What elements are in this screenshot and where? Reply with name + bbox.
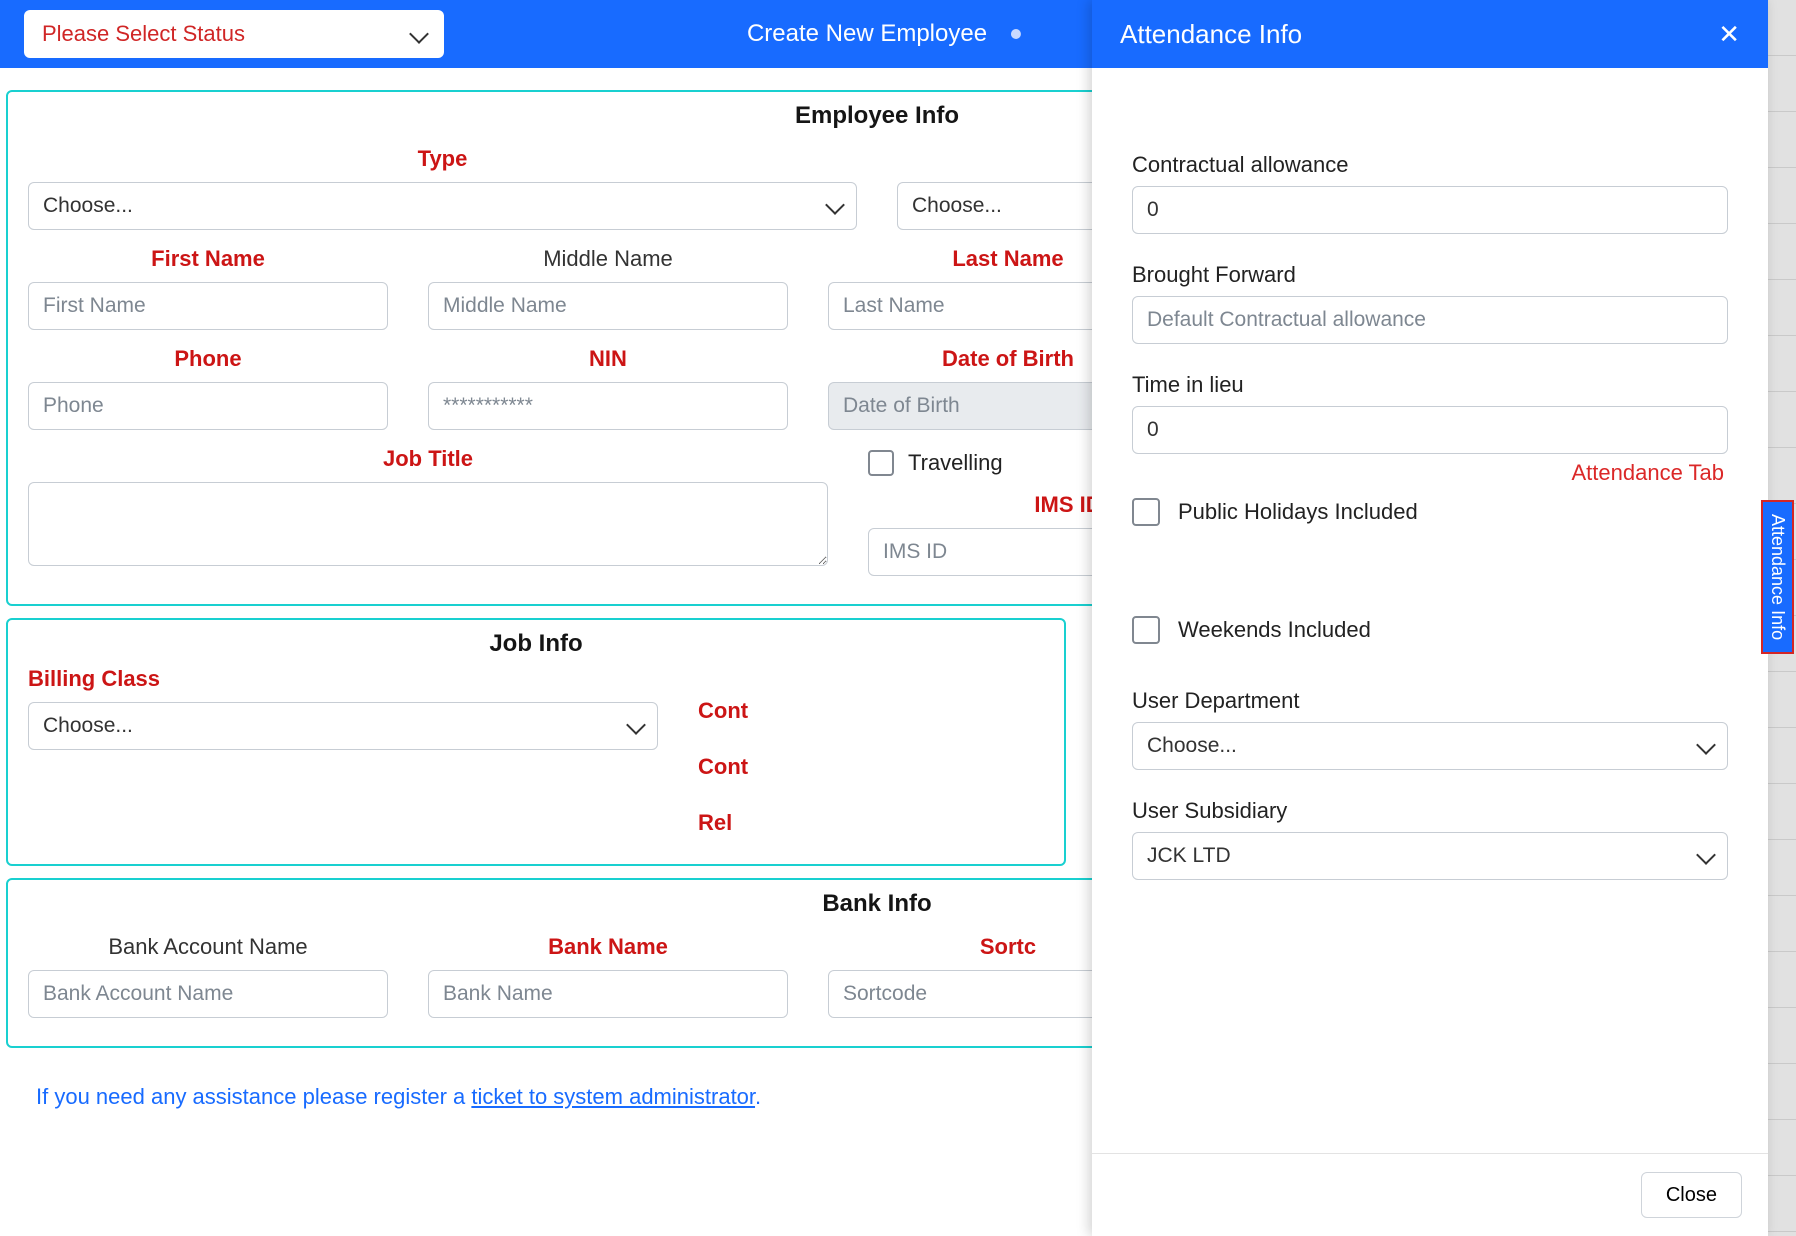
panel-header: Attendance Info ✕ xyxy=(1092,0,1768,68)
travelling-label: Travelling xyxy=(908,450,1003,476)
nin-input[interactable] xyxy=(428,382,788,430)
user-department-label: User Department xyxy=(1132,688,1728,714)
job-title-input[interactable] xyxy=(28,482,828,566)
job-info-title: Job Info xyxy=(28,630,1044,658)
title-dot-icon xyxy=(1011,29,1021,39)
contract-label-2: Cont xyxy=(698,754,1158,780)
user-department-select[interactable]: Choose... xyxy=(1132,722,1728,770)
chevron-down-icon xyxy=(412,21,426,47)
phone-input[interactable] xyxy=(28,382,388,430)
contractual-label: Contractual allowance xyxy=(1132,152,1728,178)
weekends-checkbox[interactable] xyxy=(1132,616,1160,644)
create-title-text: Create New Employee xyxy=(747,20,987,48)
attendance-panel: Attendance Info ✕ Contractual allowance … xyxy=(1092,0,1768,1236)
type-select[interactable]: Choose... xyxy=(28,182,857,230)
attendance-tab-annotation: Attendance Tab xyxy=(1572,460,1725,486)
weekends-label: Weekends Included xyxy=(1178,617,1371,643)
help-after: . xyxy=(755,1084,761,1109)
middle-name-label: Middle Name xyxy=(428,246,788,272)
travelling-checkbox[interactable] xyxy=(868,450,894,476)
first-name-label: First Name xyxy=(28,246,388,272)
billing-class-value: Choose... xyxy=(43,714,133,738)
user-subsidiary-select[interactable]: JCK LTD xyxy=(1132,832,1728,880)
help-link[interactable]: ticket to system administrator xyxy=(471,1084,755,1109)
acct-name-input[interactable] xyxy=(28,970,388,1018)
status-placeholder: Please Select Status xyxy=(42,21,245,47)
type-label: Type xyxy=(28,146,857,172)
chevron-down-icon xyxy=(1699,844,1713,868)
help-before: If you need any assistance please regist… xyxy=(36,1084,471,1109)
phone-label: Phone xyxy=(28,346,388,372)
time-in-lieu-input[interactable] xyxy=(1132,406,1728,454)
first-name-input[interactable] xyxy=(28,282,388,330)
bank-name-input[interactable] xyxy=(428,970,788,1018)
time-in-lieu-label: Time in lieu xyxy=(1132,372,1728,398)
page-title: Create New Employee xyxy=(747,20,1021,48)
attendance-side-tab[interactable]: Attendance Info xyxy=(1761,500,1794,654)
contract-label-1: Cont xyxy=(698,698,1158,724)
middle-name-input[interactable] xyxy=(428,282,788,330)
department-value: Choose... xyxy=(912,194,1002,218)
billing-class-select[interactable]: Choose... xyxy=(28,702,658,750)
close-button[interactable]: Close xyxy=(1641,1172,1742,1218)
public-holidays-label: Public Holidays Included xyxy=(1178,499,1418,525)
rel-label: Rel xyxy=(698,810,1158,836)
panel-footer: Close xyxy=(1092,1153,1768,1236)
chevron-down-icon xyxy=(629,714,643,738)
panel-body: Contractual allowance Brought Forward Ti… xyxy=(1092,68,1768,1153)
brought-forward-input[interactable] xyxy=(1132,296,1728,344)
status-dropdown[interactable]: Please Select Status xyxy=(24,10,444,58)
user-department-value: Choose... xyxy=(1147,734,1237,758)
brought-forward-label: Brought Forward xyxy=(1132,262,1728,288)
public-holidays-checkbox[interactable] xyxy=(1132,498,1160,526)
billing-class-label: Billing Class xyxy=(28,666,160,691)
type-value: Choose... xyxy=(43,194,133,218)
close-icon[interactable]: ✕ xyxy=(1718,21,1740,47)
acct-name-label: Bank Account Name xyxy=(28,934,388,960)
panel-title: Attendance Info xyxy=(1120,19,1302,50)
job-info-card: Job Info Billing Class Choose... Cont Co… xyxy=(6,618,1066,866)
user-subsidiary-label: User Subsidiary xyxy=(1132,798,1728,824)
contractual-input[interactable] xyxy=(1132,186,1728,234)
job-title-label: Job Title xyxy=(28,446,828,472)
user-subsidiary-value: JCK LTD xyxy=(1147,844,1231,868)
nin-label: NIN xyxy=(428,346,788,372)
bank-name-label: Bank Name xyxy=(428,934,788,960)
chevron-down-icon xyxy=(828,194,842,218)
chevron-down-icon xyxy=(1699,734,1713,758)
